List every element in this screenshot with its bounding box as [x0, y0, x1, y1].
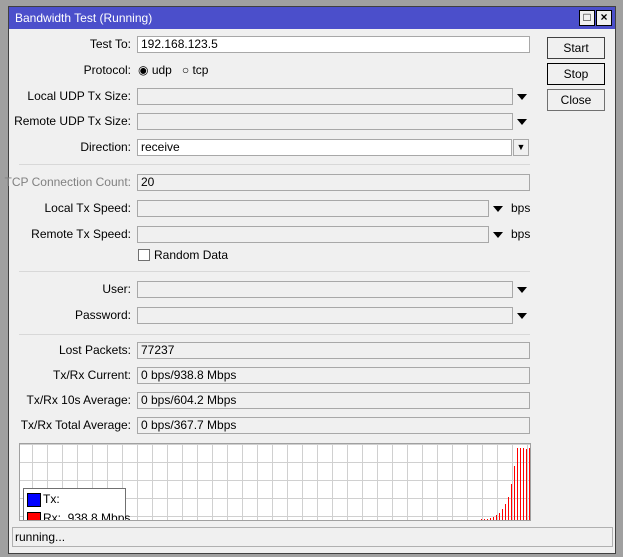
dropdown-arrow-icon[interactable] — [493, 232, 503, 238]
local-udp-tx-size-label: Local UDP Tx Size: — [27, 89, 131, 103]
direction-select[interactable]: receive — [137, 139, 512, 156]
title-bar: Bandwidth Test (Running) □ × — [9, 7, 615, 29]
bandwidth-test-window: Bandwidth Test (Running) □ × Start Stop … — [4, 6, 616, 554]
dropdown-arrow-icon[interactable] — [517, 119, 527, 125]
random-data-label: Random Data — [154, 248, 229, 262]
tcp-label: tcp — [192, 63, 209, 77]
divider — [19, 164, 530, 165]
rx-bar — [517, 448, 518, 520]
rx-bar — [523, 448, 524, 520]
rx-bar — [493, 517, 494, 520]
direction-label: Direction: — [80, 140, 131, 154]
direction-dropdown-icon[interactable]: ▼ — [513, 139, 529, 156]
rx-bar — [520, 448, 521, 520]
divider — [19, 271, 530, 272]
bps-unit: bps — [511, 201, 531, 215]
protocol-radio-group: ◉ udp ○ tcp — [138, 62, 208, 79]
close-button[interactable]: Close — [547, 89, 605, 111]
traffic-graph: Tx: Rx: 938.8 Mbps — [19, 443, 531, 521]
rx-bar — [484, 519, 485, 520]
remote-tx-speed-label: Remote Tx Speed: — [31, 227, 131, 241]
tcp-radio[interactable]: ○ tcp — [182, 63, 209, 77]
avg10-label: Tx/Rx 10s Average: — [26, 393, 132, 407]
dropdown-arrow-icon[interactable] — [517, 287, 527, 293]
udp-radio[interactable]: ◉ udp — [138, 63, 172, 77]
rx-bar — [481, 519, 482, 520]
rx-bar — [502, 509, 503, 520]
rx-swatch — [27, 512, 41, 520]
bps-unit: bps — [511, 227, 531, 241]
rx-bar — [511, 484, 512, 520]
lost-packets-value: 77237 — [137, 342, 530, 359]
rx-bar — [490, 518, 491, 520]
random-data-checkbox[interactable] — [138, 249, 150, 261]
tx-swatch — [27, 493, 41, 507]
lost-packets-label: Lost Packets: — [58, 343, 131, 357]
rx-bar — [487, 519, 488, 520]
tcp-connection-count-input[interactable]: 20 — [137, 174, 530, 191]
local-tx-speed-label: Local Tx Speed: — [44, 201, 131, 215]
avg10-value: 0 bps/604.2 Mbps — [137, 392, 530, 409]
current-label: Tx/Rx Current: — [52, 368, 131, 382]
user-input[interactable] — [137, 281, 513, 298]
graph-legend: Tx: Rx: 938.8 Mbps — [23, 488, 130, 520]
dropdown-arrow-icon[interactable] — [517, 313, 527, 319]
remote-tx-speed-input[interactable] — [137, 226, 489, 243]
close-icon[interactable]: × — [596, 10, 612, 26]
tx-legend-label: Tx: — [43, 492, 60, 506]
password-input[interactable] — [137, 307, 513, 324]
dropdown-arrow-icon[interactable] — [517, 94, 527, 100]
window-title: Bandwidth Test (Running) — [15, 11, 153, 25]
remote-udp-tx-size-input[interactable] — [137, 113, 513, 130]
protocol-label: Protocol: — [83, 63, 131, 77]
local-tx-speed-input[interactable] — [137, 200, 489, 217]
start-button[interactable]: Start — [547, 37, 605, 59]
test-to-input[interactable]: 192.168.123.5 — [137, 36, 530, 53]
dropdown-arrow-icon[interactable] — [493, 206, 503, 212]
rx-legend-label: Rx: 938.8 Mbps — [43, 511, 131, 521]
rx-bar — [499, 513, 500, 520]
rx-bar — [508, 497, 509, 520]
password-label: Password: — [74, 308, 131, 322]
total-avg-label: Tx/Rx Total Average: — [20, 418, 131, 432]
status-bar: running... — [12, 527, 613, 547]
udp-label: udp — [151, 63, 172, 77]
tcp-connection-count-label: TCP Connection Count: — [4, 175, 131, 189]
rx-bar — [496, 515, 497, 520]
rx-bar — [529, 448, 530, 520]
local-udp-tx-size-input[interactable] — [137, 88, 513, 105]
rx-bar — [526, 449, 527, 520]
rx-bar — [514, 466, 515, 520]
maximize-icon[interactable]: □ — [579, 10, 595, 26]
rx-bar — [505, 504, 506, 520]
total-avg-value: 0 bps/367.7 Mbps — [137, 417, 530, 434]
remote-udp-tx-size-label: Remote UDP Tx Size: — [14, 114, 131, 128]
divider — [19, 334, 530, 335]
user-label: User: — [102, 282, 131, 296]
current-value: 0 bps/938.8 Mbps — [137, 367, 530, 384]
test-to-label: Test To: — [89, 37, 131, 51]
stop-button[interactable]: Stop — [547, 63, 605, 85]
